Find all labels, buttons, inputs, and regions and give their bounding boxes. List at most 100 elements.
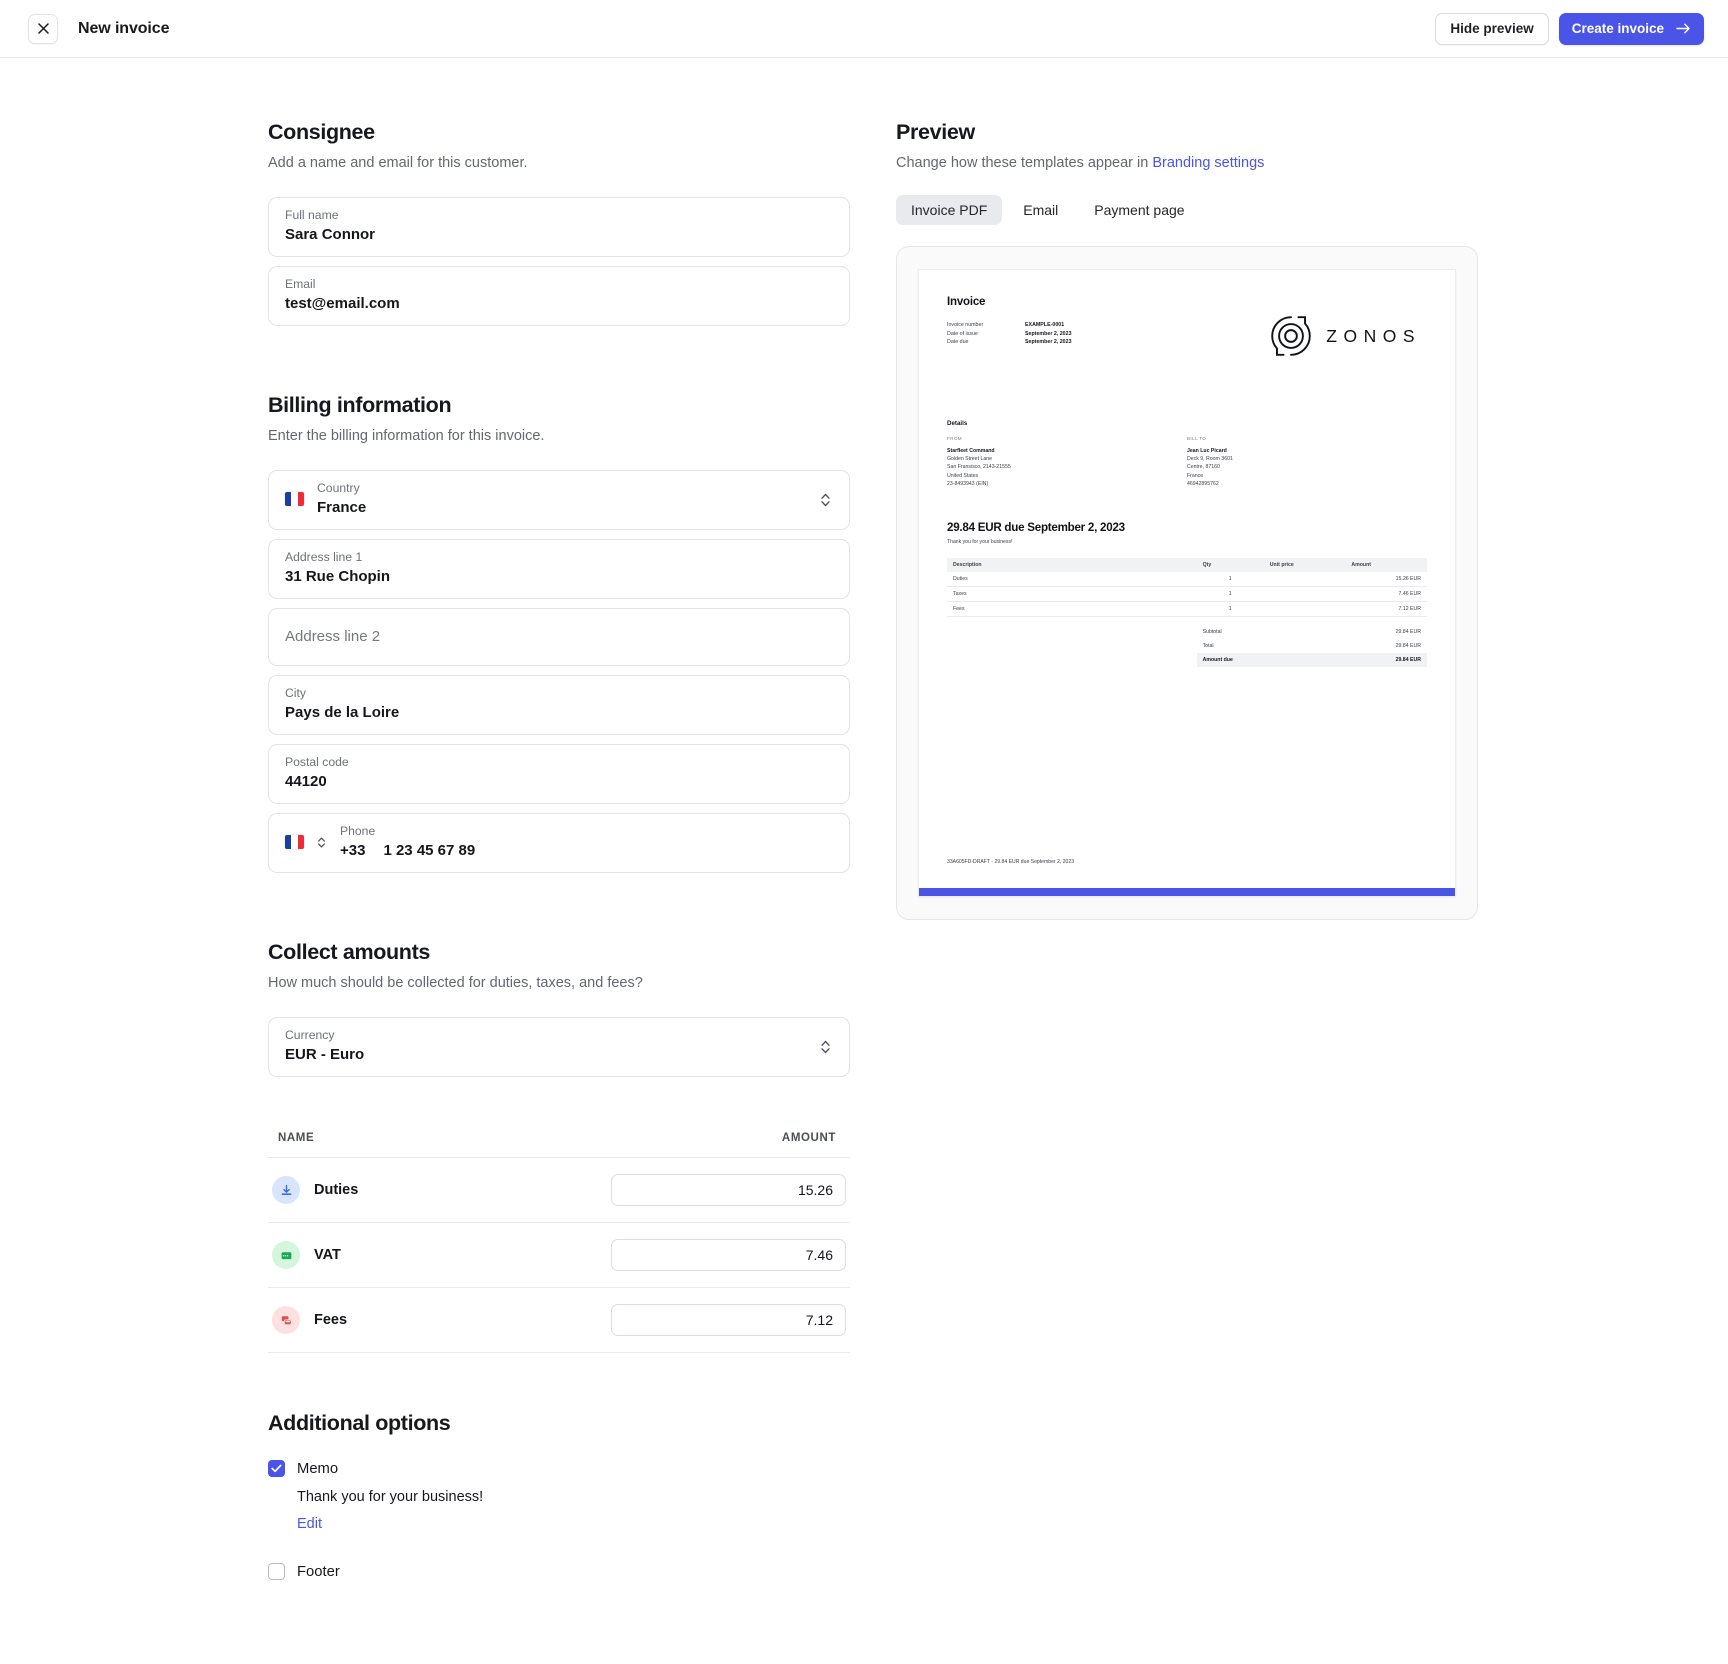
- line-item-description: Taxes: [947, 586, 1197, 603]
- line-item-qty: 1: [1196, 586, 1264, 603]
- billing-subtitle: Enter the billing information for this i…: [268, 428, 545, 444]
- row-name-fees: Fees: [314, 1312, 348, 1328]
- city-input[interactable]: Pays de la Loire: [285, 702, 833, 723]
- phone-input[interactable]: 1 23 45 67 89: [383, 840, 475, 861]
- country-select[interactable]: Country France: [268, 470, 850, 530]
- postal-code-field[interactable]: Postal code 44120: [268, 744, 850, 804]
- phone-dial-code: +33: [340, 842, 366, 859]
- tab-invoice-pdf[interactable]: Invoice PDF: [896, 195, 1003, 225]
- vat-amount-input[interactable]: 7.46: [611, 1239, 846, 1271]
- from-block: FROM Starfleet Command Golden Street Lan…: [947, 436, 1187, 488]
- preview-frame: Invoice Invoice number EXAMPLE-0001 Date…: [896, 246, 1478, 920]
- invoice-document-header: Invoice Invoice number EXAMPLE-0001 Date…: [947, 296, 1427, 358]
- chevron-updown-icon[interactable]: [317, 836, 326, 849]
- amount-due-value: 29.84 EUR: [1395, 657, 1421, 664]
- phone-field[interactable]: Phone +33 1 23 45 67 89: [268, 813, 850, 873]
- phone-label: Phone: [340, 824, 376, 838]
- consignee-subtitle: Add a name and email for this customer.: [268, 155, 528, 171]
- preview-column: Preview Change how these templates appea…: [896, 120, 1536, 1584]
- footer-option-row[interactable]: Footer: [268, 1563, 850, 1580]
- line-item-amount: 7.12 EUR: [1345, 601, 1427, 618]
- close-icon: [37, 23, 49, 34]
- memo-label: Memo: [297, 1460, 339, 1477]
- totals-block: Subtotal 29.84 EUR Total 29.84 EUR Amoun…: [1196, 625, 1427, 668]
- tab-email[interactable]: Email: [1008, 195, 1073, 225]
- table-row: Duties 15.26: [268, 1158, 850, 1223]
- fees-amount-input[interactable]: 7.12: [611, 1304, 846, 1336]
- city-label: City: [285, 686, 306, 700]
- top-bar: New invoice Hide preview Create invoice: [0, 0, 1728, 58]
- subtotal-value: 29.84 EUR: [1395, 629, 1421, 636]
- address-line-1-field[interactable]: Address line 1 31 Rue Chopin: [268, 539, 850, 599]
- row-name-vat: VAT: [314, 1247, 341, 1263]
- consignee-section: Consignee Add a name and email for this …: [268, 120, 850, 326]
- invoice-doc-title: Invoice: [947, 296, 986, 308]
- bill-to-line: France: [1187, 472, 1204, 479]
- address-line-1-label: Address line 1: [285, 550, 363, 564]
- amount-due-headline: 29.84 EUR due September 2, 2023: [947, 521, 1125, 535]
- footer-checkbox[interactable]: [268, 1563, 285, 1580]
- th-qty: Qty: [1196, 558, 1264, 573]
- hide-preview-button[interactable]: Hide preview: [1435, 12, 1549, 45]
- full-name-label: Full name: [285, 208, 339, 222]
- document-footer-text: 33A605FD-DRAFT - 29.84 EUR due September…: [947, 859, 1075, 865]
- invoice-meta-list: Invoice number EXAMPLE-0001 Date of issu…: [947, 321, 1072, 347]
- address-line-2-field[interactable]: Address line 2: [268, 608, 850, 666]
- line-item-qty: 1: [1196, 572, 1264, 587]
- row-name-duties: Duties: [314, 1182, 359, 1198]
- memo-checkbox[interactable]: [268, 1460, 285, 1477]
- invoice-number-value: EXAMPLE-0001: [1025, 322, 1065, 328]
- bill-to-line: 46942895762: [1187, 480, 1219, 487]
- city-field[interactable]: City Pays de la Loire: [268, 675, 850, 735]
- line-items-table: Description Qty Unit price Amount Duties…: [947, 558, 1427, 618]
- bill-to-eyebrow: BILL TO: [1187, 436, 1207, 441]
- currency-select[interactable]: Currency EUR - Euro: [268, 1017, 850, 1077]
- branding-settings-link[interactable]: Branding settings: [1152, 155, 1264, 171]
- table-row: Fees 7.12: [268, 1288, 850, 1353]
- chevron-updown-icon: [820, 1039, 831, 1055]
- fr-flag-icon: [285, 492, 304, 506]
- postal-code-input[interactable]: 44120: [285, 771, 833, 792]
- from-name: Starfleet Command: [947, 448, 995, 454]
- page-body: Consignee Add a name and email for this …: [0, 58, 1728, 1664]
- memo-text: Thank you for your business!: [297, 1489, 484, 1505]
- email-input[interactable]: test@email.com: [285, 293, 833, 314]
- from-line: San Fransisco, 2143-21555: [947, 464, 1011, 471]
- date-due-value: September 2, 2023: [1025, 339, 1072, 346]
- email-field[interactable]: Email test@email.com: [268, 266, 850, 326]
- line-item-amount: 15.26 EUR: [1345, 572, 1427, 587]
- line-item-unit-price: [1263, 572, 1346, 587]
- memo-option-row[interactable]: Memo: [268, 1460, 850, 1477]
- full-name-field[interactable]: Full name Sara Connor: [268, 197, 850, 257]
- th-amount: Amount: [1345, 558, 1427, 573]
- th-unit-price: Unit price: [1263, 558, 1346, 573]
- full-name-input[interactable]: Sara Connor: [285, 224, 833, 245]
- address-line-1-input[interactable]: 31 Rue Chopin: [285, 566, 833, 587]
- additional-options-section: Additional options Memo Thank you for yo…: [268, 1411, 850, 1580]
- tab-payment-page[interactable]: Payment page: [1079, 195, 1199, 225]
- line-item-description: Duties: [947, 572, 1197, 587]
- amounts-table-header: NAME AMOUNT: [268, 1132, 850, 1158]
- th-description: Description: [947, 558, 1197, 573]
- top-bar-actions: Hide preview Create invoice: [1435, 12, 1704, 45]
- chevron-updown-icon: [820, 492, 831, 508]
- form-column: Consignee Add a name and email for this …: [268, 120, 850, 1584]
- invoice-header-left: Invoice Invoice number EXAMPLE-0001 Date…: [947, 296, 1072, 347]
- invoice-meta-row: Date due September 2, 2023: [947, 338, 1072, 347]
- create-invoice-button[interactable]: Create invoice: [1558, 12, 1704, 45]
- total-value: 29.84 EUR: [1395, 643, 1421, 650]
- address-line-2-input[interactable]: Address line 2: [285, 626, 833, 647]
- billing-section: Billing information Enter the billing in…: [268, 393, 850, 873]
- line-item-row: Duties 1 15.26 EUR: [947, 572, 1427, 587]
- duties-download-icon: [272, 1176, 300, 1204]
- duties-amount-input[interactable]: 15.26: [611, 1174, 846, 1206]
- close-button[interactable]: [28, 13, 58, 44]
- memo-edit-link[interactable]: Edit: [297, 1516, 322, 1532]
- line-items-header-row: Description Qty Unit price Amount: [947, 558, 1427, 573]
- bill-to-line: Centre, 87160: [1187, 464, 1220, 471]
- consignee-title: Consignee: [268, 120, 375, 144]
